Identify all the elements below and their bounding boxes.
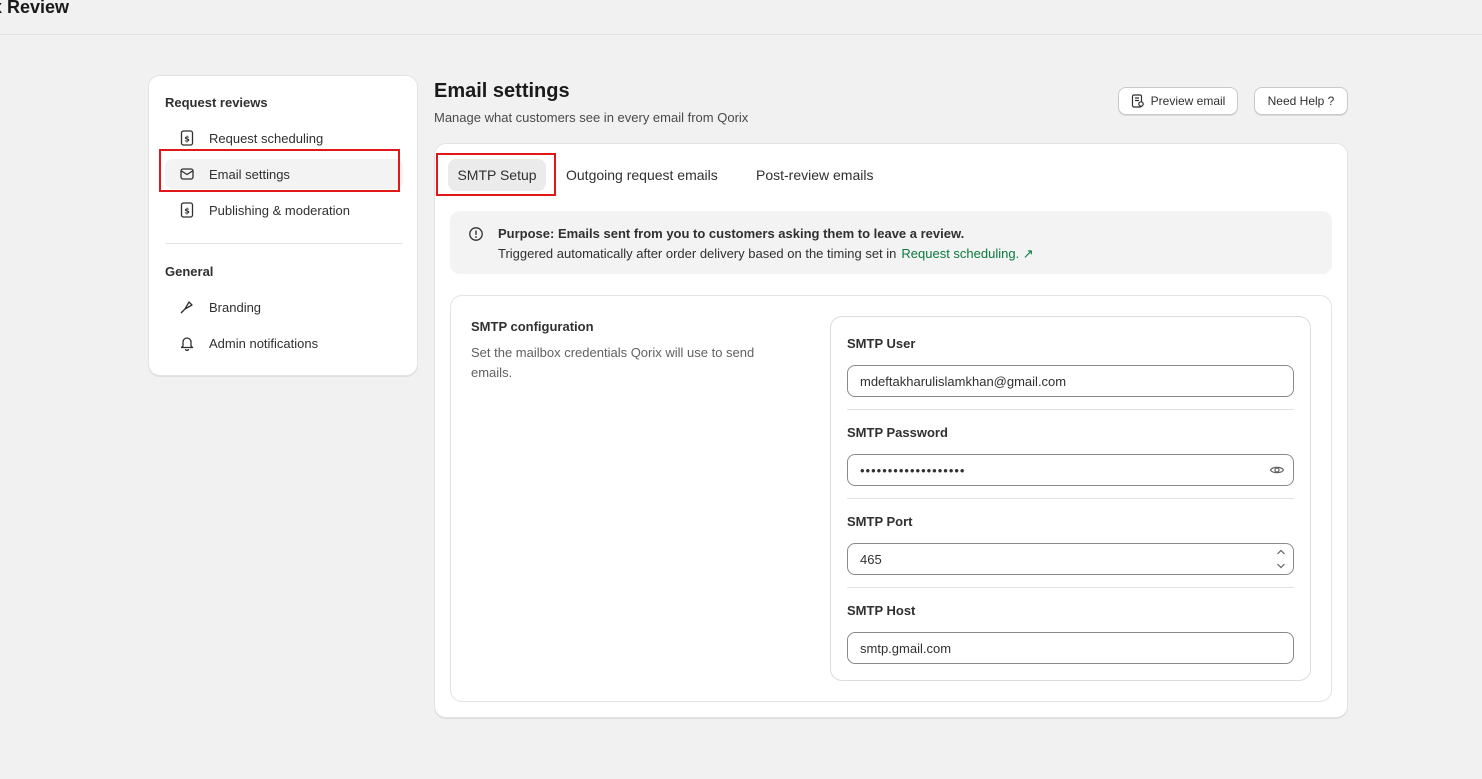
smtp-user-label: SMTP User bbox=[847, 336, 916, 351]
purpose-banner: Purpose: Emails sent from you to custome… bbox=[450, 211, 1332, 274]
tab-outgoing-request-emails[interactable]: Outgoing request emails bbox=[558, 159, 726, 191]
need-help-button[interactable]: Need Help ? bbox=[1254, 87, 1348, 115]
sidebar-heading-general: General bbox=[165, 264, 214, 279]
smtp-password-input[interactable]: ••••••••••••••••••• bbox=[847, 454, 1294, 486]
sidebar-item-email-settings[interactable]: Email settings bbox=[165, 159, 403, 189]
sidebar-item-label: Branding bbox=[209, 299, 262, 315]
smtp-user-input[interactable]: mdeftakharulislamkhan@gmail.com bbox=[847, 365, 1294, 397]
sidebar-item-label: Email settings bbox=[209, 166, 290, 182]
page-title: Email settings bbox=[434, 80, 570, 102]
smtp-port-value: 465 bbox=[860, 551, 882, 567]
tab-post-review-emails[interactable]: Post-review emails bbox=[748, 159, 881, 191]
preview-email-button[interactable]: Preview email bbox=[1118, 87, 1238, 115]
smtp-port-input[interactable]: 465 bbox=[847, 543, 1294, 575]
info-icon bbox=[468, 226, 484, 242]
smtp-host-value: smtp.gmail.com bbox=[860, 640, 952, 656]
smtp-user-value: mdeftakharulislamkhan@gmail.com bbox=[860, 373, 1067, 389]
port-stepper[interactable] bbox=[1275, 547, 1287, 571]
tab-smtp-setup[interactable]: SMTP Setup bbox=[448, 159, 546, 191]
top-bar: x Review bbox=[0, 0, 1482, 35]
banner-trigger-text: Triggered automatically after order deli… bbox=[498, 246, 1034, 262]
receipt-icon: $ bbox=[179, 202, 195, 218]
smtp-host-label: SMTP Host bbox=[847, 603, 916, 618]
show-password-eye-icon[interactable] bbox=[1269, 462, 1285, 478]
receipt-icon: $ bbox=[179, 130, 195, 146]
smtp-config-description: Set the mailbox credentials Qorix will u… bbox=[471, 345, 755, 380]
chevron-up-icon bbox=[1277, 549, 1285, 555]
need-help-label: Need Help ? bbox=[1267, 94, 1335, 108]
sidebar-item-label: Admin notifications bbox=[209, 335, 319, 351]
banner-trigger-label: Triggered automatically after order deli… bbox=[498, 246, 897, 261]
request-scheduling-link[interactable]: Request scheduling. ↗ bbox=[901, 246, 1033, 261]
preview-email-icon bbox=[1131, 94, 1145, 108]
preview-email-label: Preview email bbox=[1150, 94, 1226, 108]
sidebar-item-publishing-moderation[interactable]: $ Publishing & moderation bbox=[165, 195, 403, 225]
svg-text:$: $ bbox=[184, 207, 190, 216]
smtp-config-title: SMTP configuration bbox=[471, 319, 594, 334]
banner-purpose-text: Purpose: Emails sent from you to custome… bbox=[498, 226, 965, 241]
field-divider bbox=[847, 587, 1294, 588]
chevron-down-icon bbox=[1277, 563, 1285, 569]
sidebar-item-request-scheduling[interactable]: $ Request scheduling bbox=[165, 123, 403, 153]
sidebar-heading-request-reviews: Request reviews bbox=[165, 95, 268, 110]
bell-icon bbox=[179, 335, 195, 351]
page-subtitle: Manage what customers see in every email… bbox=[434, 110, 749, 125]
field-divider bbox=[847, 498, 1294, 499]
sidebar-item-label: Publishing & moderation bbox=[209, 202, 350, 218]
sidebar-divider bbox=[165, 243, 403, 244]
sidebar-item-label: Request scheduling bbox=[209, 130, 324, 146]
smtp-host-input[interactable]: smtp.gmail.com bbox=[847, 632, 1294, 664]
field-divider bbox=[847, 409, 1294, 410]
settings-sidebar: Request reviews $ Request scheduling Ema… bbox=[148, 75, 418, 376]
sidebar-item-branding[interactable]: Branding bbox=[165, 292, 403, 322]
paint-brush-icon bbox=[179, 299, 195, 315]
app-title: x Review bbox=[0, 0, 70, 17]
svg-text:$: $ bbox=[184, 135, 190, 144]
smtp-port-label: SMTP Port bbox=[847, 514, 913, 529]
smtp-password-value: ••••••••••••••••••• bbox=[860, 462, 966, 478]
smtp-password-label: SMTP Password bbox=[847, 425, 948, 440]
sidebar-item-admin-notifications[interactable]: Admin notifications bbox=[165, 328, 403, 358]
email-icon bbox=[179, 166, 195, 182]
